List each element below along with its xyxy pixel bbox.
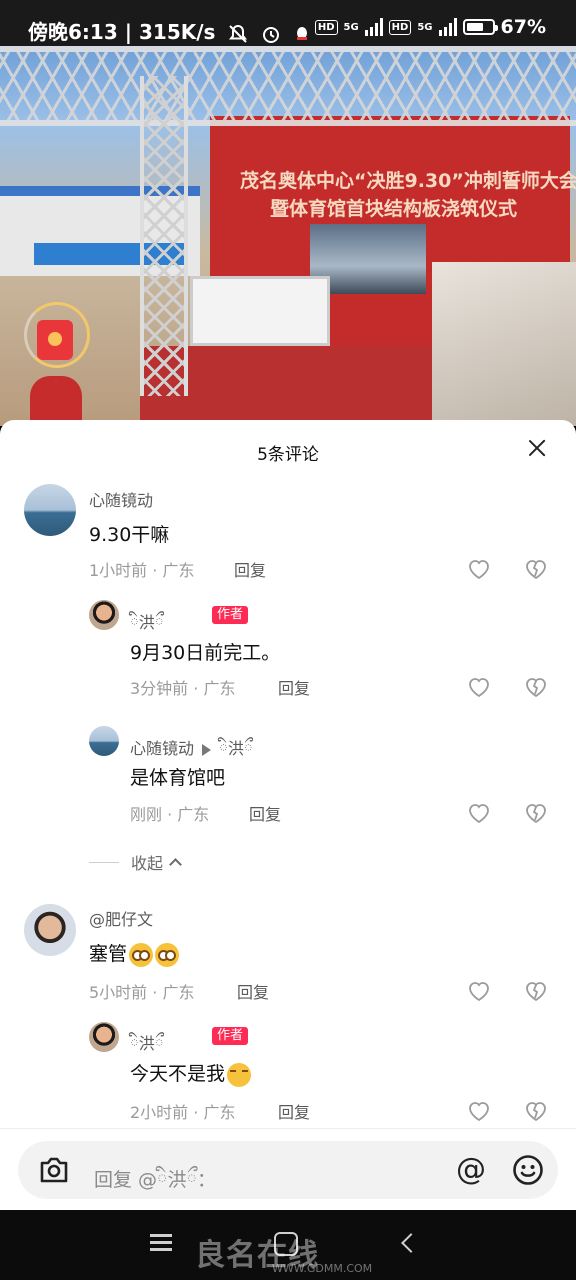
mute-bell-icon bbox=[229, 24, 248, 43]
menu-icon[interactable] bbox=[150, 1234, 172, 1252]
mention-at-icon[interactable]: @ bbox=[454, 1153, 488, 1187]
banner-line-1: 茂名奥体中心“决胜9.30”冲刺誓师大会 bbox=[240, 170, 576, 192]
back-icon[interactable] bbox=[401, 1233, 421, 1253]
dislike-broken-heart-icon[interactable] bbox=[524, 980, 548, 1002]
avatar[interactable] bbox=[24, 484, 76, 536]
collapse-replies-button[interactable]: 收起 bbox=[89, 850, 182, 874]
avatar[interactable] bbox=[89, 600, 119, 630]
comment-text: 是体育馆吧 bbox=[130, 767, 226, 789]
like-heart-icon[interactable] bbox=[467, 676, 491, 698]
comment-location: 广东 bbox=[162, 983, 195, 1002]
like-heart-icon[interactable] bbox=[467, 1100, 491, 1122]
banner-line-2: 暨体育馆首块结构板浇筑仪式 bbox=[270, 198, 518, 220]
like-heart-icon[interactable] bbox=[467, 980, 491, 1002]
comment-input-bar: 回复 @ི洪ྀ： @ bbox=[0, 1128, 576, 1210]
video-player[interactable]: 茂名奥体中心“决胜9.30”冲刺誓师大会 暨体育馆首块结构板浇筑仪式 bbox=[0, 46, 576, 426]
comment-time: 2小时前 bbox=[130, 1103, 189, 1122]
comment-username[interactable]: @肥仔文 bbox=[89, 906, 153, 930]
alarm-icon bbox=[263, 26, 280, 43]
dislike-broken-heart-icon[interactable] bbox=[524, 676, 548, 698]
comment-count-title: 5条评论 bbox=[257, 445, 319, 465]
network-speed: 315K/s bbox=[139, 20, 216, 44]
comment-location: 广东 bbox=[203, 1103, 236, 1122]
laugh-cry-emoji-icon bbox=[227, 1062, 252, 1087]
dizzy-emoji-icon bbox=[155, 942, 180, 967]
dislike-broken-heart-icon[interactable] bbox=[524, 558, 548, 580]
battery-level: 67% bbox=[500, 16, 546, 38]
comment-location: 广东 bbox=[203, 679, 236, 698]
camera-icon[interactable] bbox=[38, 1155, 70, 1185]
emoji-smile-icon[interactable] bbox=[512, 1154, 544, 1186]
chevron-up-icon bbox=[169, 858, 182, 871]
author-badge: 作者 bbox=[212, 606, 249, 624]
comment-text: 9.30干嘛 bbox=[89, 524, 170, 546]
comment-meta: 1小时前 · 广东 bbox=[89, 561, 195, 580]
red-packet-icon[interactable] bbox=[37, 320, 73, 360]
comment-input[interactable]: 回复 @ི洪ྀ： @ bbox=[18, 1141, 558, 1199]
comment-text: 塞管 bbox=[89, 943, 128, 965]
comment-text: 今天不是我 bbox=[130, 1063, 226, 1085]
net-label-2: 5G bbox=[417, 21, 433, 33]
collapse-divider bbox=[89, 861, 119, 863]
truss-beam bbox=[0, 46, 576, 126]
signal-icon-2 bbox=[438, 18, 457, 36]
stage-sign bbox=[190, 276, 330, 346]
dizzy-emoji-icon bbox=[129, 942, 154, 967]
input-placeholder: 回复 @ི洪ྀ： bbox=[94, 1169, 216, 1191]
qq-icon bbox=[297, 26, 308, 40]
comment-meta: 3分钟前 · 广东 bbox=[130, 679, 236, 698]
dislike-broken-heart-icon[interactable] bbox=[524, 1100, 548, 1122]
reply-button[interactable]: 回复 bbox=[249, 801, 281, 825]
reply-to-username[interactable]: ི洪ྀ bbox=[219, 739, 253, 758]
comment-location: 广东 bbox=[162, 561, 195, 580]
comment-meta: 5小时前 · 广东 bbox=[89, 983, 195, 1002]
comment-username[interactable]: 心随镜动 bbox=[89, 487, 153, 511]
comment-text: 9月30日前完工。 bbox=[130, 642, 281, 664]
like-heart-icon[interactable] bbox=[467, 558, 491, 580]
watermark-url: WWW.GDMM.COM bbox=[272, 1262, 373, 1275]
reply-button[interactable]: 回复 bbox=[278, 675, 310, 699]
comment-time: 5小时前 bbox=[89, 983, 148, 1002]
net-label: 5G bbox=[343, 21, 359, 33]
concrete-block bbox=[432, 262, 576, 426]
comment-location: 广东 bbox=[177, 805, 210, 824]
hd-icon: HD bbox=[314, 19, 338, 35]
dislike-broken-heart-icon[interactable] bbox=[524, 802, 548, 824]
status-left: 傍晚6:13 | 315K/s bbox=[28, 16, 310, 45]
reply-button[interactable]: 回复 bbox=[237, 979, 269, 1003]
close-icon[interactable] bbox=[528, 439, 546, 457]
reply-button[interactable]: 回复 bbox=[278, 1099, 310, 1123]
comment-text-line: 塞管 bbox=[89, 939, 180, 967]
author-badge: 作者 bbox=[212, 1027, 249, 1045]
collapse-label: 收起 bbox=[131, 854, 164, 873]
reply-arrow-icon bbox=[202, 743, 212, 756]
hd-icon-2: HD bbox=[388, 19, 412, 35]
signal-icon bbox=[364, 18, 383, 36]
avatar[interactable] bbox=[89, 1022, 119, 1052]
reply-button[interactable]: 回复 bbox=[234, 557, 266, 581]
comment-username[interactable]: 心随镜动 bbox=[130, 739, 194, 758]
system-nav-bar: 良名在线 WWW.GDMM.COM bbox=[0, 1210, 576, 1280]
comment-time: 1小时前 bbox=[89, 561, 148, 580]
comment-sheet: 5条评论 心随镜动 9.30干嘛 1小时前 · 广东 回复 ི洪ྀ 作者 9月3… bbox=[0, 420, 576, 1210]
comment-meta: 2小时前 · 广东 bbox=[130, 1103, 236, 1122]
comment-text-line: 今天不是我 bbox=[130, 1059, 252, 1087]
comment-time: 3分钟前 bbox=[130, 679, 189, 698]
person bbox=[30, 376, 82, 426]
truss-column bbox=[140, 76, 188, 396]
comment-meta: 刚刚 · 广东 bbox=[130, 805, 210, 824]
like-heart-icon[interactable] bbox=[467, 802, 491, 824]
battery-icon bbox=[462, 19, 498, 35]
clock: 傍晚6:13 bbox=[28, 20, 118, 44]
avatar[interactable] bbox=[89, 726, 119, 756]
avatar[interactable] bbox=[24, 904, 76, 956]
comment-time: 刚刚 bbox=[130, 805, 163, 824]
status-right: HD 5G HD 5G 67% bbox=[314, 16, 546, 38]
